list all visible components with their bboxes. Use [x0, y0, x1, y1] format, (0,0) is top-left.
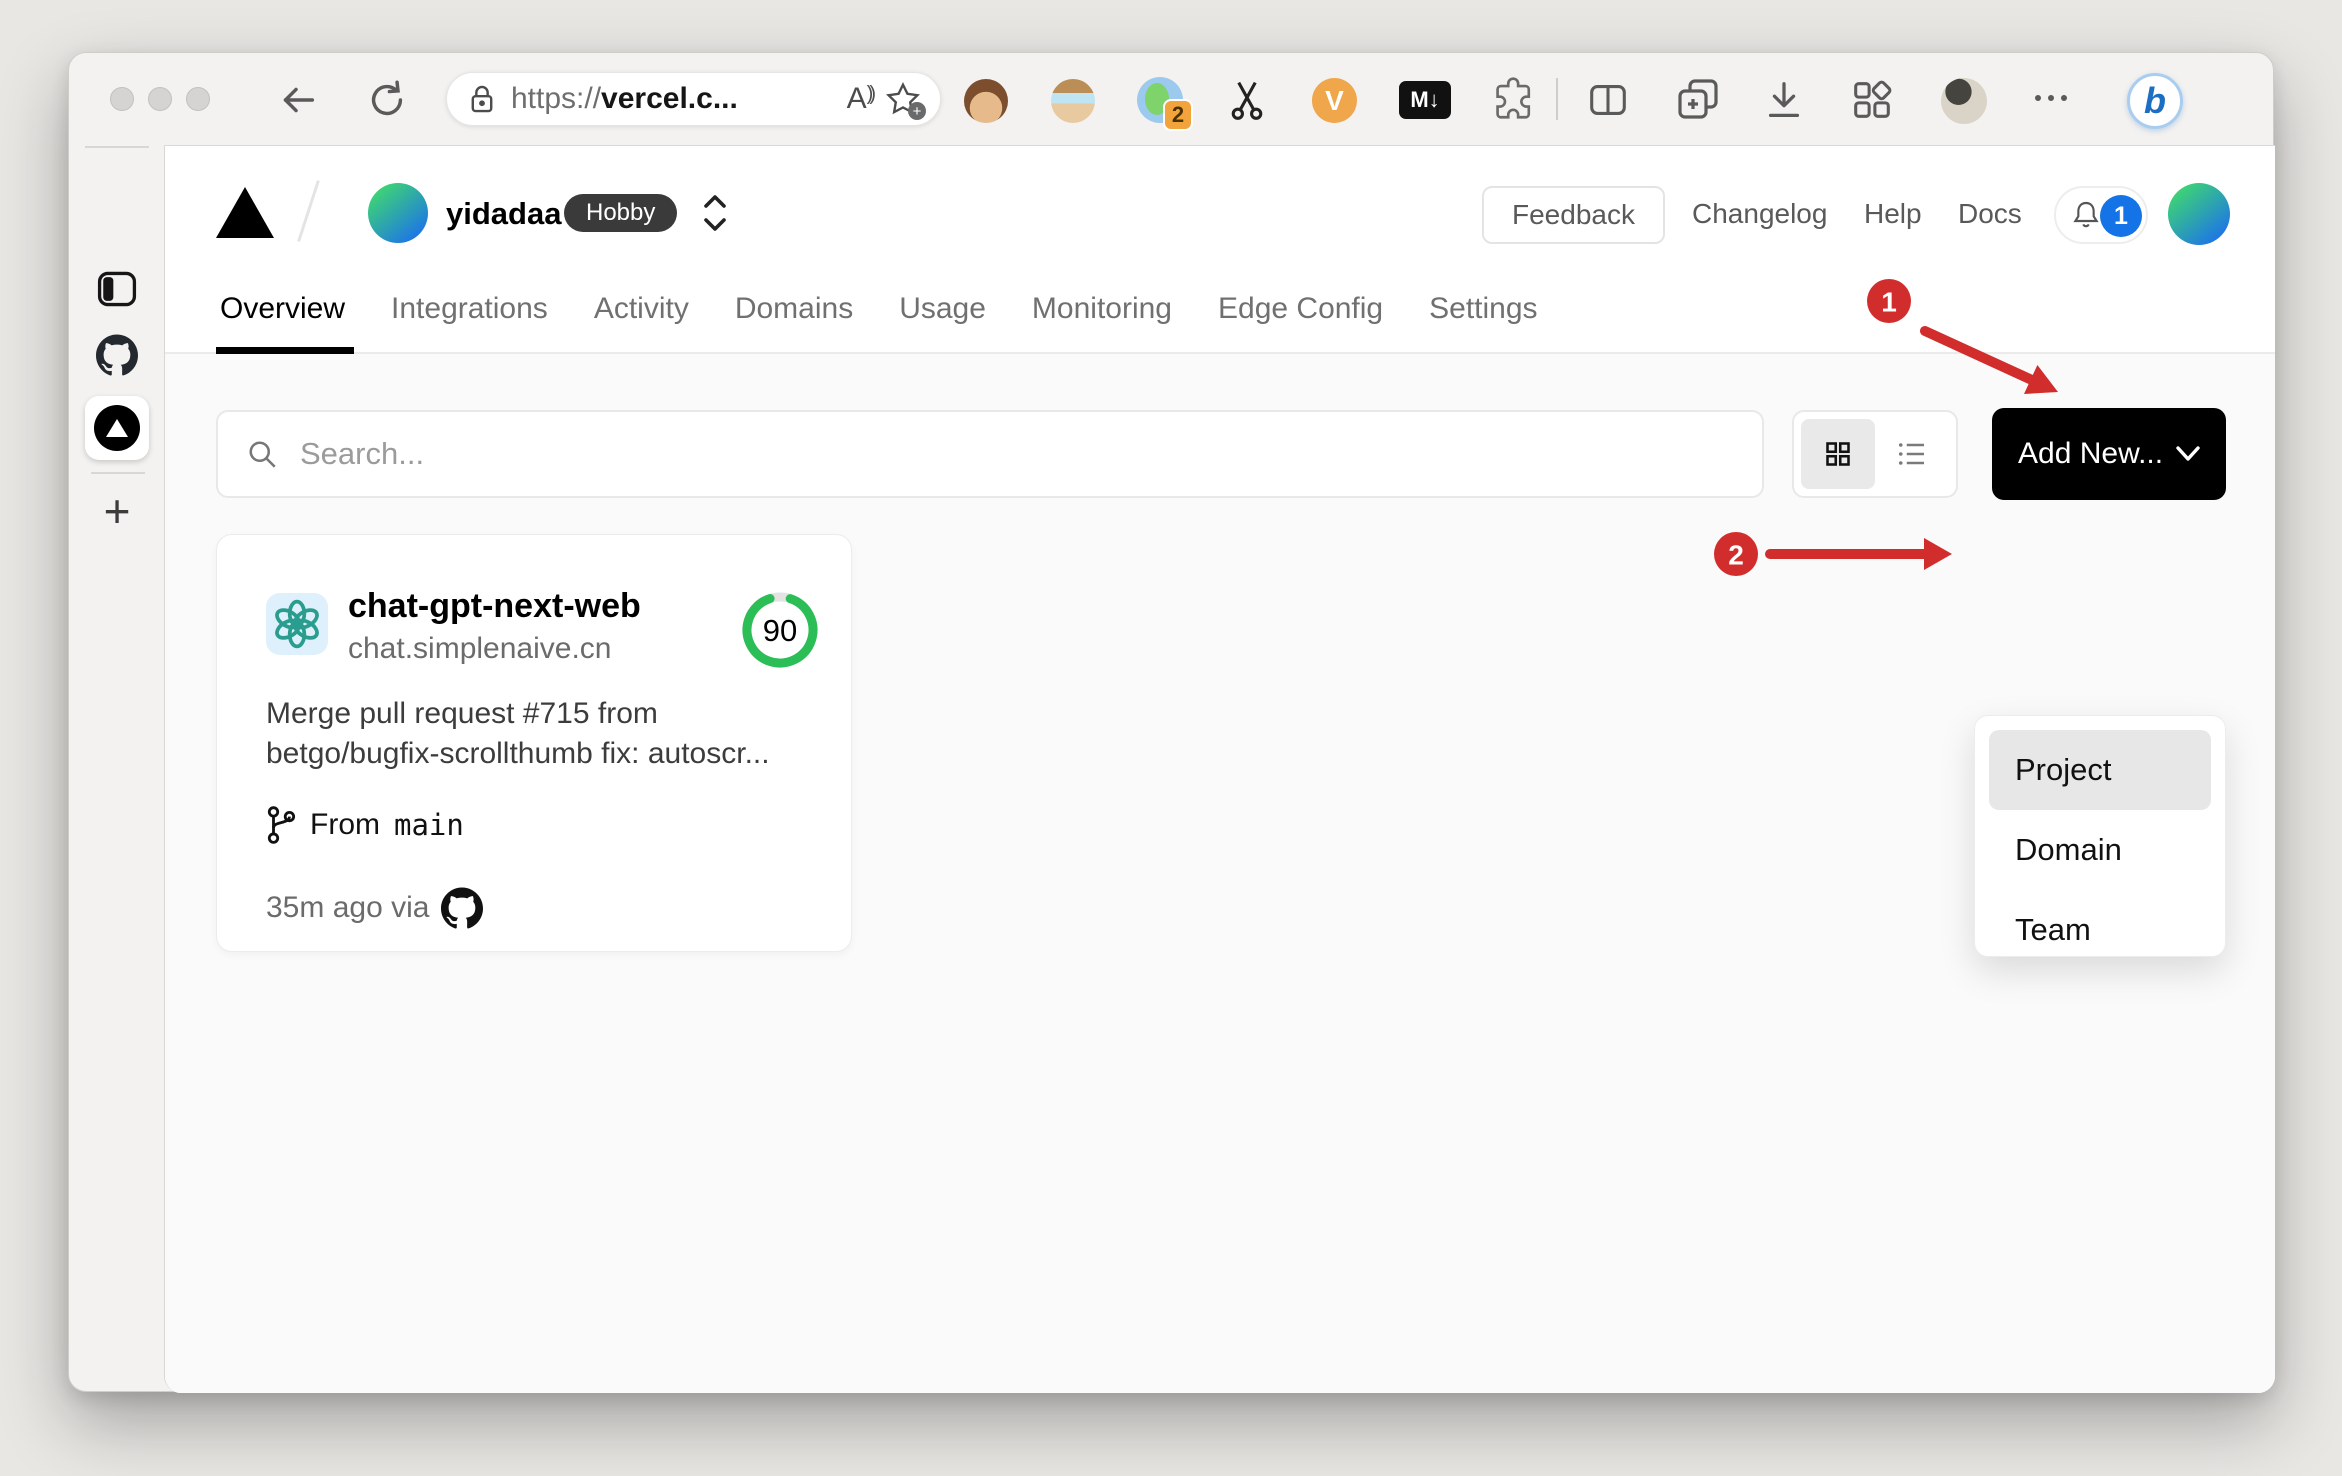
add-new-menu: Project Domain Team	[1974, 715, 2226, 957]
tab-settings[interactable]: Settings	[1429, 291, 1537, 327]
session-extension-icon[interactable]: 2	[1137, 77, 1193, 131]
deploy-time-text: 35m ago via	[266, 891, 430, 924]
score-ring: 90	[737, 587, 823, 673]
team-name[interactable]: yidadaa	[446, 196, 561, 232]
sidebar-top-divider	[85, 146, 149, 148]
favorites-star-icon[interactable]: +	[884, 80, 926, 120]
desktop: https://vercel.c... A)) + 2 V M↓ b + yid…	[0, 0, 2342, 1476]
vercel-tab-favicon	[94, 405, 140, 451]
vercel-header: yidadaa Hobby Feedback Changelog Help Do…	[165, 146, 2275, 354]
feedback-button[interactable]: Feedback	[1482, 186, 1665, 244]
notifications-button[interactable]: 1	[2054, 186, 2148, 244]
back-icon[interactable]	[274, 77, 320, 123]
branch-name: main	[394, 808, 464, 842]
changelog-link[interactable]: Changelog	[1692, 196, 1827, 232]
commit-message-line1: Merge pull request #715 from	[266, 697, 658, 730]
view-toggle	[1792, 410, 1958, 498]
project-name[interactable]: chat-gpt-next-web	[348, 587, 641, 626]
toolbar-divider	[1556, 78, 1558, 120]
tab-activity[interactable]: Activity	[594, 291, 689, 327]
menu-item-project[interactable]: Project	[1989, 730, 2211, 810]
vercel-main: Add New...	[165, 354, 2275, 1393]
breadcrumb-slash	[297, 180, 320, 242]
project-domain[interactable]: chat.simplenaive.cn	[348, 632, 611, 666]
vercel-page: yidadaa Hobby Feedback Changelog Help Do…	[164, 145, 2275, 1393]
v-extension-icon[interactable]: V	[1312, 78, 1357, 123]
scissors-extension-icon[interactable]	[1225, 77, 1269, 123]
project-search[interactable]	[216, 410, 1764, 498]
tab-integrations[interactable]: Integrations	[391, 291, 548, 327]
bell-icon	[2073, 201, 2099, 228]
branch-row: From main	[266, 805, 464, 845]
tab-edge-config[interactable]: Edge Config	[1218, 291, 1383, 327]
collections-icon[interactable]	[1674, 75, 1722, 123]
score-value: 90	[762, 613, 798, 648]
sidebar-tab-divider	[91, 472, 145, 474]
add-new-button[interactable]: Add New...	[1992, 408, 2226, 500]
user-avatar[interactable]	[2168, 183, 2230, 245]
address-bar[interactable]: https://vercel.c... A)) +	[446, 72, 941, 126]
vercel-active-tab[interactable]	[85, 396, 149, 460]
notification-count-badge: 1	[2100, 195, 2142, 237]
more-menu-icon[interactable]	[2035, 95, 2067, 101]
github-source-icon	[441, 887, 484, 929]
menu-item-team[interactable]: Team	[1989, 890, 2211, 970]
tab-actions-sidebar-icon[interactable]	[95, 267, 139, 311]
openai-logo-icon	[275, 599, 319, 649]
bing-chat-icon[interactable]: b	[2127, 73, 2183, 129]
apps-launcher-icon[interactable]	[1849, 77, 1895, 123]
plan-badge: Hobby	[564, 194, 678, 232]
github-tab-favicon[interactable]	[96, 334, 138, 376]
extensions-puzzle-icon[interactable]	[1491, 77, 1537, 123]
help-link[interactable]: Help	[1864, 196, 1922, 232]
tab-monitoring[interactable]: Monitoring	[1032, 291, 1172, 327]
team-switcher-icon[interactable]	[702, 190, 728, 236]
browser-window: https://vercel.c... A)) + 2 V M↓ b + yid…	[68, 52, 2275, 1393]
url-text: https://vercel.c...	[511, 82, 738, 115]
close-window-button[interactable]	[110, 87, 134, 111]
search-input[interactable]	[300, 436, 1736, 472]
new-tab-button[interactable]: +	[93, 485, 141, 537]
commit-message-line2: betgo/bugfix-scrollthumb fix: autoscr...	[266, 737, 770, 770]
tab-usage[interactable]: Usage	[899, 291, 986, 327]
list-view-button[interactable]	[1875, 419, 1949, 489]
project-card[interactable]: chat-gpt-next-web chat.simplenaive.cn 90…	[216, 534, 852, 952]
downloads-icon[interactable]	[1761, 77, 1807, 123]
lock-icon	[465, 82, 499, 116]
read-aloud-icon[interactable]: A))	[847, 82, 877, 116]
active-tab-underline	[216, 347, 354, 354]
grid-view-icon	[1826, 442, 1850, 466]
tab-overview[interactable]: Overview	[220, 291, 345, 327]
grid-view-button[interactable]	[1801, 419, 1875, 489]
traffic-lights	[110, 87, 210, 111]
refresh-icon[interactable]	[364, 77, 410, 123]
session-badge: 2	[1163, 99, 1193, 131]
git-branch-icon	[267, 806, 296, 844]
project-favicon	[266, 593, 328, 655]
edge-vertical-tabs-sidebar: +	[69, 145, 164, 1393]
team-avatar[interactable]	[368, 183, 428, 243]
menu-item-domain[interactable]: Domain	[1989, 810, 2211, 890]
minimize-window-button[interactable]	[148, 87, 172, 111]
search-icon	[249, 441, 276, 468]
chevron-down-icon	[2176, 446, 2200, 461]
dashboard-tabs: Overview Integrations Activity Domains U…	[220, 291, 1538, 327]
browser-profile-avatar[interactable]	[1941, 78, 1987, 124]
branch-prefix: From	[310, 808, 380, 841]
split-screen-icon[interactable]	[1585, 77, 1631, 123]
deployment-meta: 35m ago via	[266, 887, 484, 929]
tampermonkey-extension-icon[interactable]	[964, 79, 1008, 123]
tab-domains[interactable]: Domains	[735, 291, 853, 327]
docs-link[interactable]: Docs	[1958, 196, 2022, 232]
zoom-window-button[interactable]	[186, 87, 210, 111]
vercel-logo[interactable]	[216, 187, 274, 238]
markdown-extension-icon[interactable]: M↓	[1399, 81, 1451, 119]
translate-extension-icon[interactable]	[1051, 79, 1095, 123]
list-view-icon	[1898, 443, 1924, 465]
